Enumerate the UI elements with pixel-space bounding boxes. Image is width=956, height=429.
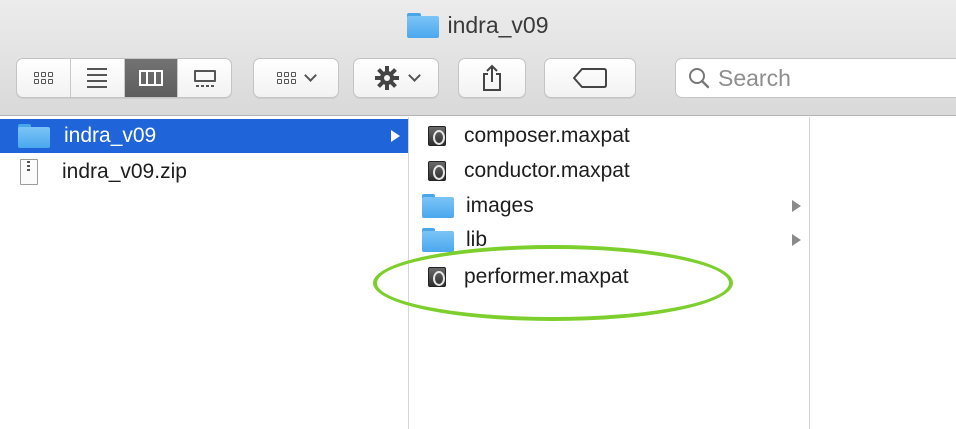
arrange-icon — [277, 72, 296, 84]
item-label: images — [466, 194, 534, 217]
list-view-button[interactable] — [71, 59, 125, 97]
folder-icon — [422, 228, 454, 252]
icon-view-icon — [33, 72, 53, 84]
gear-icon — [374, 66, 399, 90]
toolbar — [0, 58, 956, 102]
window-title: indra_v09 — [407, 11, 549, 39]
list-item-folder[interactable]: images — [410, 189, 809, 223]
tags-button[interactable] — [544, 58, 636, 98]
column-view-icon — [138, 70, 163, 86]
share-icon — [483, 64, 501, 91]
chevron-down-icon — [304, 69, 317, 82]
browser-column-3[interactable] — [811, 117, 956, 429]
share-button[interactable] — [458, 58, 526, 98]
item-label: composer.maxpat — [464, 124, 630, 147]
view-mode-group — [16, 58, 232, 98]
gallery-view-button[interactable] — [178, 59, 231, 97]
list-item-file[interactable]: conductor.maxpat — [410, 154, 809, 188]
action-button[interactable] — [353, 58, 439, 98]
disclosure-arrow-icon — [792, 234, 801, 246]
search-field[interactable] — [675, 58, 956, 98]
annotation-ellipse — [373, 245, 733, 321]
search-icon — [689, 68, 710, 89]
disclosure-arrow-icon — [391, 130, 400, 142]
folder-icon — [18, 124, 50, 148]
window-title-text: indra_v09 — [447, 11, 549, 38]
item-label: indra_v09 — [64, 124, 157, 147]
column-view-button[interactable] — [124, 59, 179, 97]
list-item-folder[interactable]: indra_v09 — [0, 119, 408, 153]
maxpat-file-icon — [428, 161, 446, 181]
search-input[interactable] — [718, 64, 948, 92]
item-label: conductor.maxpat — [464, 159, 630, 182]
browser-column-1[interactable]: indra_v09 indra_v09.zip — [0, 117, 409, 429]
maxpat-file-icon — [428, 126, 446, 146]
finder-window: indra_v09 Search indra_v09 indra_v09.zip… — [0, 0, 956, 429]
item-label: indra_v09.zip — [62, 160, 187, 183]
window-chrome: indra_v09 — [0, 0, 956, 116]
chevron-down-icon — [407, 69, 421, 82]
arrange-button[interactable] — [253, 58, 339, 98]
list-item-file[interactable]: indra_v09.zip — [0, 155, 408, 189]
list-view-icon — [87, 68, 108, 88]
folder-icon — [407, 12, 440, 38]
folder-icon — [422, 194, 454, 218]
tag-icon — [573, 68, 607, 88]
zip-file-icon — [20, 159, 38, 185]
gallery-view-icon — [193, 69, 216, 87]
list-item-file[interactable]: composer.maxpat — [410, 119, 809, 153]
icon-view-button[interactable] — [17, 59, 71, 97]
disclosure-arrow-icon — [792, 200, 801, 212]
title-bar[interactable]: indra_v09 — [0, 0, 956, 56]
